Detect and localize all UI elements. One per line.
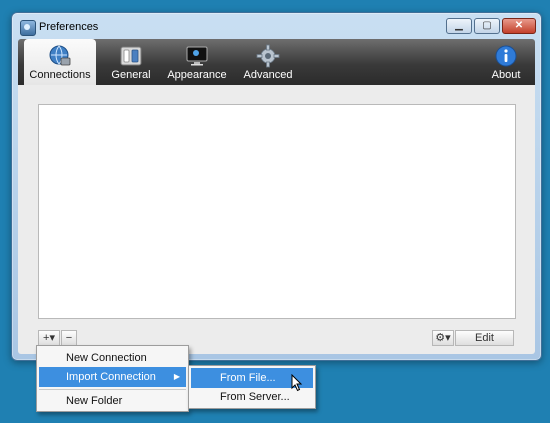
submenu-arrow-icon: ▶ (173, 372, 180, 381)
tab-general-label: General (111, 69, 151, 81)
tab-advanced-label: Advanced (243, 69, 293, 81)
globe-network-icon (49, 45, 71, 66)
edit-button[interactable]: Edit (455, 330, 514, 346)
tab-advanced[interactable]: Advanced (236, 39, 300, 85)
tab-appearance-label: Appearance (167, 69, 227, 81)
preferences-window: Preferences ▁ ▢ ✕ Connections General Ap… (11, 12, 542, 361)
menu-separator (39, 389, 186, 390)
menu-item-label: From File... (220, 372, 276, 384)
menu-item-import-connection[interactable]: Import Connection ▶ (39, 367, 186, 387)
preferences-toolbar: Connections General Appearance Advanced … (18, 39, 535, 85)
minimize-button[interactable]: ▁ (446, 18, 472, 34)
window-title: Preferences (39, 21, 99, 33)
add-button[interactable]: +▾ (38, 330, 60, 346)
action-gear-button[interactable]: ⚙▾ (432, 330, 454, 346)
menu-item-new-connection[interactable]: New Connection (39, 348, 186, 368)
connections-list[interactable] (38, 104, 516, 319)
tab-about[interactable]: About (484, 39, 528, 85)
tab-connections[interactable]: Connections (24, 39, 96, 85)
tab-appearance[interactable]: Appearance (164, 39, 230, 85)
close-button[interactable]: ✕ (502, 18, 536, 34)
menu-item-new-folder[interactable]: New Folder (39, 391, 186, 411)
switch-panel-icon (120, 46, 142, 66)
tab-about-label: About (491, 69, 521, 81)
menu-item-label: New Folder (66, 395, 123, 407)
menu-item-label: From Server... (220, 391, 290, 403)
monitor-icon (186, 46, 208, 66)
menu-item-label: New Connection (66, 352, 147, 364)
menu-item-label: Import Connection (66, 371, 156, 383)
tab-connections-label: Connections (29, 69, 91, 81)
add-context-menu: New Connection Import Connection ▶ New F… (36, 345, 189, 412)
tab-general[interactable]: General (104, 39, 158, 85)
connections-pane: +▾ − ⚙▾ Edit (18, 85, 535, 354)
maximize-button[interactable]: ▢ (474, 18, 500, 34)
title-bar[interactable]: Preferences ▁ ▢ ✕ (12, 13, 541, 41)
mouse-cursor-icon (291, 374, 303, 392)
info-icon (495, 45, 517, 67)
gear-icon (256, 44, 280, 68)
remove-button[interactable]: − (61, 330, 77, 346)
app-icon (20, 20, 36, 36)
